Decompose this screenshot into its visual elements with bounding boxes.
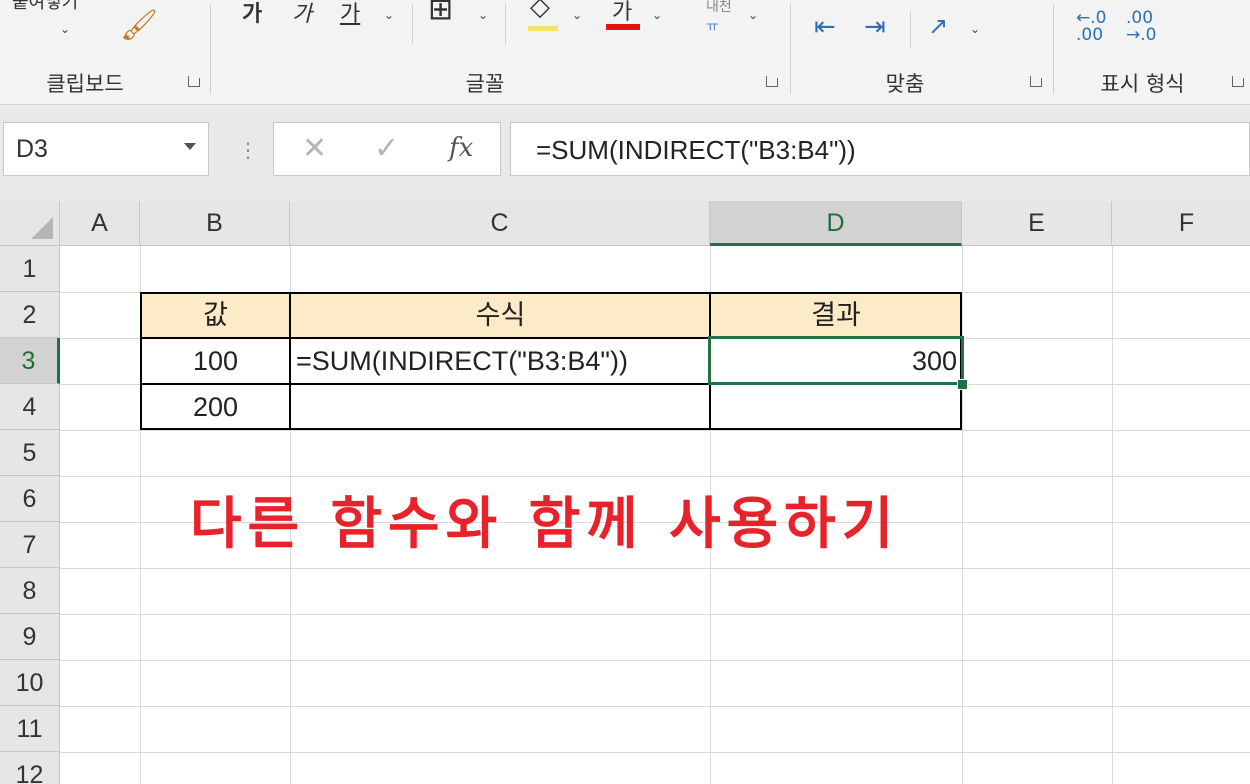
number-dialog-launcher-icon[interactable]	[1232, 76, 1244, 88]
fill-color-icon[interactable]: ◇	[530, 0, 550, 22]
column-header-b[interactable]: B	[140, 201, 290, 246]
row-header-10[interactable]: 10	[0, 660, 60, 706]
orientation-dropdown-chevron-icon[interactable]: ⌄	[970, 22, 980, 36]
row-header-5[interactable]: 5	[0, 430, 60, 476]
group-label-font: 글꼴	[465, 72, 505, 96]
column-header-a[interactable]: A	[60, 201, 140, 246]
column-header-e[interactable]: E	[962, 201, 1112, 246]
separator	[505, 4, 506, 44]
row-header-12[interactable]: 12	[0, 752, 60, 784]
gridline	[60, 752, 1250, 753]
phonetic-guide-icon[interactable]: 내천 ㅠ	[706, 0, 732, 36]
separator	[412, 4, 413, 44]
row-header-7[interactable]: 7	[0, 522, 60, 568]
group-separator	[210, 4, 211, 94]
formula-buttons: ✕ ✓ fx	[273, 122, 501, 176]
fill-handle[interactable]	[957, 379, 968, 390]
active-cell-selection[interactable]	[708, 336, 964, 385]
column-header-c[interactable]: C	[290, 201, 710, 246]
enter-checkmark-icon[interactable]: ✓	[374, 131, 399, 166]
bold-button[interactable]: 가	[242, 0, 262, 28]
formula-input[interactable]: =SUM(INDIRECT("B3:B4"))	[510, 122, 1250, 176]
increase-indent-icon[interactable]: ⇥	[864, 12, 886, 42]
group-separator	[1053, 4, 1054, 94]
decrease-indent-icon[interactable]: ⇤	[814, 12, 836, 42]
row-header-4[interactable]: 4	[0, 384, 60, 430]
fill-color-swatch	[528, 26, 558, 31]
gridline	[962, 246, 963, 784]
overlay-title: 다른 함수와 함께 사용하기	[190, 492, 900, 557]
separator	[910, 12, 911, 48]
font-color-dropdown-chevron-icon[interactable]: ⌄	[652, 8, 662, 22]
gridline	[60, 706, 1250, 707]
cancel-icon[interactable]: ✕	[302, 131, 327, 166]
font-color-swatch	[606, 24, 640, 30]
italic-button[interactable]: 가	[292, 0, 312, 28]
orientation-icon[interactable]: ↗	[928, 12, 948, 40]
row-header-8[interactable]: 8	[0, 568, 60, 614]
fill-color-dropdown-chevron-icon[interactable]: ⌄	[572, 8, 582, 22]
phonetic-dropdown-chevron-icon[interactable]: ⌄	[748, 8, 758, 22]
column-header-f[interactable]: F	[1112, 201, 1250, 246]
alignment-dialog-launcher-icon[interactable]	[1030, 76, 1042, 88]
borders-icon[interactable]: ⊞	[428, 0, 453, 27]
name-box-value: D3	[16, 135, 48, 163]
row-header-3[interactable]: 3	[0, 338, 60, 384]
group-label-number-format: 표시 형식	[1100, 72, 1185, 96]
group-label-alignment: 맞춤	[885, 72, 925, 96]
group-separator	[790, 4, 791, 94]
insert-function-icon[interactable]: fx	[449, 133, 473, 163]
decrease-decimal-icon[interactable]: .00 →.0	[1126, 10, 1156, 44]
name-box[interactable]: D3	[3, 122, 209, 176]
underline-dropdown-chevron-icon[interactable]: ⌄	[384, 8, 394, 22]
underline-button[interactable]: 가	[340, 0, 360, 28]
select-all-corner-icon[interactable]	[0, 201, 60, 246]
row-header-9[interactable]: 9	[0, 614, 60, 660]
column-header-d[interactable]: D	[710, 201, 962, 246]
row-header-1[interactable]: 1	[0, 246, 60, 292]
paste-label-fragment: 붙여넣기	[12, 0, 79, 13]
worksheet-grid[interactable]: A B C D E F 1 2 3 4 5 6 7 8 9 10 11 12 값…	[0, 201, 1250, 784]
borders-dropdown-chevron-icon[interactable]: ⌄	[478, 8, 488, 22]
ribbon: 붙여넣기 ⌄ 🖌 클립보드 가 가 가 ⌄ ⊞ ⌄ ◇ ⌄ 가 ⌄ 내천 ㅠ ⌄ …	[0, 0, 1250, 105]
font-color-button[interactable]: 가	[612, 0, 632, 26]
gridline	[60, 568, 1250, 569]
name-box-dropdown-icon[interactable]	[184, 143, 196, 150]
row-header-6[interactable]: 6	[0, 476, 60, 522]
clipboard-dialog-launcher-icon[interactable]	[188, 76, 200, 88]
formula-bar-resize-handle-icon[interactable]: ⋮	[238, 138, 258, 162]
table-border-line	[289, 292, 291, 430]
increase-decimal-icon[interactable]: ←.0.00	[1076, 10, 1106, 44]
gridline	[60, 660, 1250, 661]
gridline	[60, 476, 1250, 477]
row-header-2[interactable]: 2	[0, 292, 60, 338]
gridline	[1112, 246, 1113, 784]
formula-input-value: =SUM(INDIRECT("B3:B4"))	[536, 135, 856, 165]
font-dialog-launcher-icon[interactable]	[766, 76, 778, 88]
row-header-11[interactable]: 11	[0, 706, 60, 752]
gridline	[60, 614, 1250, 615]
group-label-clipboard: 클립보드	[46, 72, 124, 96]
format-painter-icon[interactable]: 🖌	[120, 8, 158, 43]
gridline	[60, 430, 1250, 431]
paste-dropdown-chevron-icon[interactable]: ⌄	[60, 22, 70, 36]
